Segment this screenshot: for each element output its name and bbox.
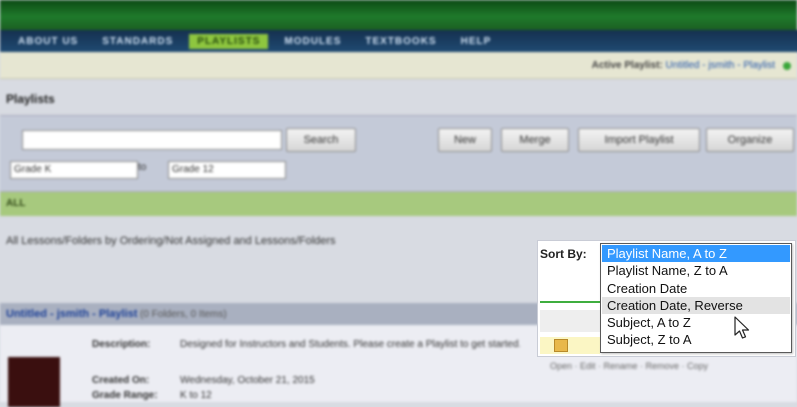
section-title: ALL xyxy=(6,198,26,209)
sort-row-highlight xyxy=(540,337,600,354)
sort-divider xyxy=(540,301,600,303)
section-header: ALL xyxy=(0,192,797,216)
active-playlist-crumb[interactable]: Active Playlist: Untitled - jsmith - Pla… xyxy=(592,60,775,71)
playlist-name-link[interactable]: Untitled - jsmith - Playlist xyxy=(6,308,137,320)
grade-range-value: K to 12 xyxy=(180,390,212,401)
nav-item-modules[interactable]: MODULES xyxy=(276,34,349,49)
sort-by-dropdown[interactable]: Playlist Name, A to Z Playlist Name, Z t… xyxy=(600,243,792,353)
active-playlist-label: Active Playlist: xyxy=(591,60,663,71)
status-bar: Active Playlist: Untitled - jsmith - Pla… xyxy=(0,52,797,79)
grade-from-select[interactable]: Grade K xyxy=(10,161,138,179)
nav-item-textbooks[interactable]: TEXTBOOKS xyxy=(357,34,444,49)
grade-range-label: Grade Range: xyxy=(92,390,158,401)
search-panel: Search New Merge Import Playlist Organiz… xyxy=(0,115,797,192)
sort-option-subject-a-z[interactable]: Subject, A to Z xyxy=(602,314,790,331)
created-on-value: Wednesday, October 21, 2015 xyxy=(180,375,315,386)
page-title: Playlists xyxy=(6,92,55,106)
merge-button[interactable]: Merge xyxy=(501,128,569,152)
mouse-cursor-icon xyxy=(734,316,750,339)
grade-to-select[interactable]: Grade 12 xyxy=(168,161,286,179)
sort-option-creation-date[interactable]: Creation Date xyxy=(602,280,790,297)
import-playlist-button[interactable]: Import Playlist xyxy=(578,128,700,152)
sort-option-subject-z-a[interactable]: Subject, Z to A xyxy=(602,331,790,348)
status-dot-icon xyxy=(783,62,791,70)
new-button[interactable]: New xyxy=(438,128,492,152)
playlist-thumbnail[interactable] xyxy=(8,357,60,407)
main-nav: ABOUT US STANDARDS PLAYLISTS MODULES TEX… xyxy=(0,30,797,52)
sort-row-gray xyxy=(540,310,600,332)
organize-button[interactable]: Organize xyxy=(706,128,794,152)
playlist-actions[interactable]: Open · Edit · Rename · Remove · Copy xyxy=(550,361,708,371)
nav-item-help[interactable]: HELP xyxy=(453,34,500,49)
section-description: All Lessons/Folders by Ordering/Not Assi… xyxy=(6,235,336,247)
search-input[interactable] xyxy=(22,130,282,150)
description-value: Designed for Instructors and Students. P… xyxy=(180,339,520,350)
description-label: Description: xyxy=(92,339,151,350)
sort-option-playlist-name-z-a[interactable]: Playlist Name, Z to A xyxy=(602,262,790,279)
sort-option-playlist-name-a-z[interactable]: Playlist Name, A to Z xyxy=(602,245,790,263)
sort-option-creation-date-reverse[interactable]: Creation Date, Reverse xyxy=(602,296,790,315)
active-playlist-link[interactable]: Untitled - jsmith - Playlist xyxy=(666,60,775,71)
nav-item-about[interactable]: ABOUT US xyxy=(10,34,86,49)
created-on-label: Created On: xyxy=(92,375,150,386)
search-button[interactable]: Search xyxy=(286,128,356,152)
site-banner xyxy=(0,0,797,30)
nav-item-standards[interactable]: STANDARDS xyxy=(94,34,181,49)
playlist-meta: (0 Folders, 0 Items) xyxy=(140,309,227,320)
edit-icon[interactable] xyxy=(554,339,568,352)
grade-to-word: to xyxy=(138,162,147,173)
nav-item-playlists[interactable]: PLAYLISTS xyxy=(189,33,269,49)
sort-by-label: Sort By: xyxy=(540,247,587,261)
